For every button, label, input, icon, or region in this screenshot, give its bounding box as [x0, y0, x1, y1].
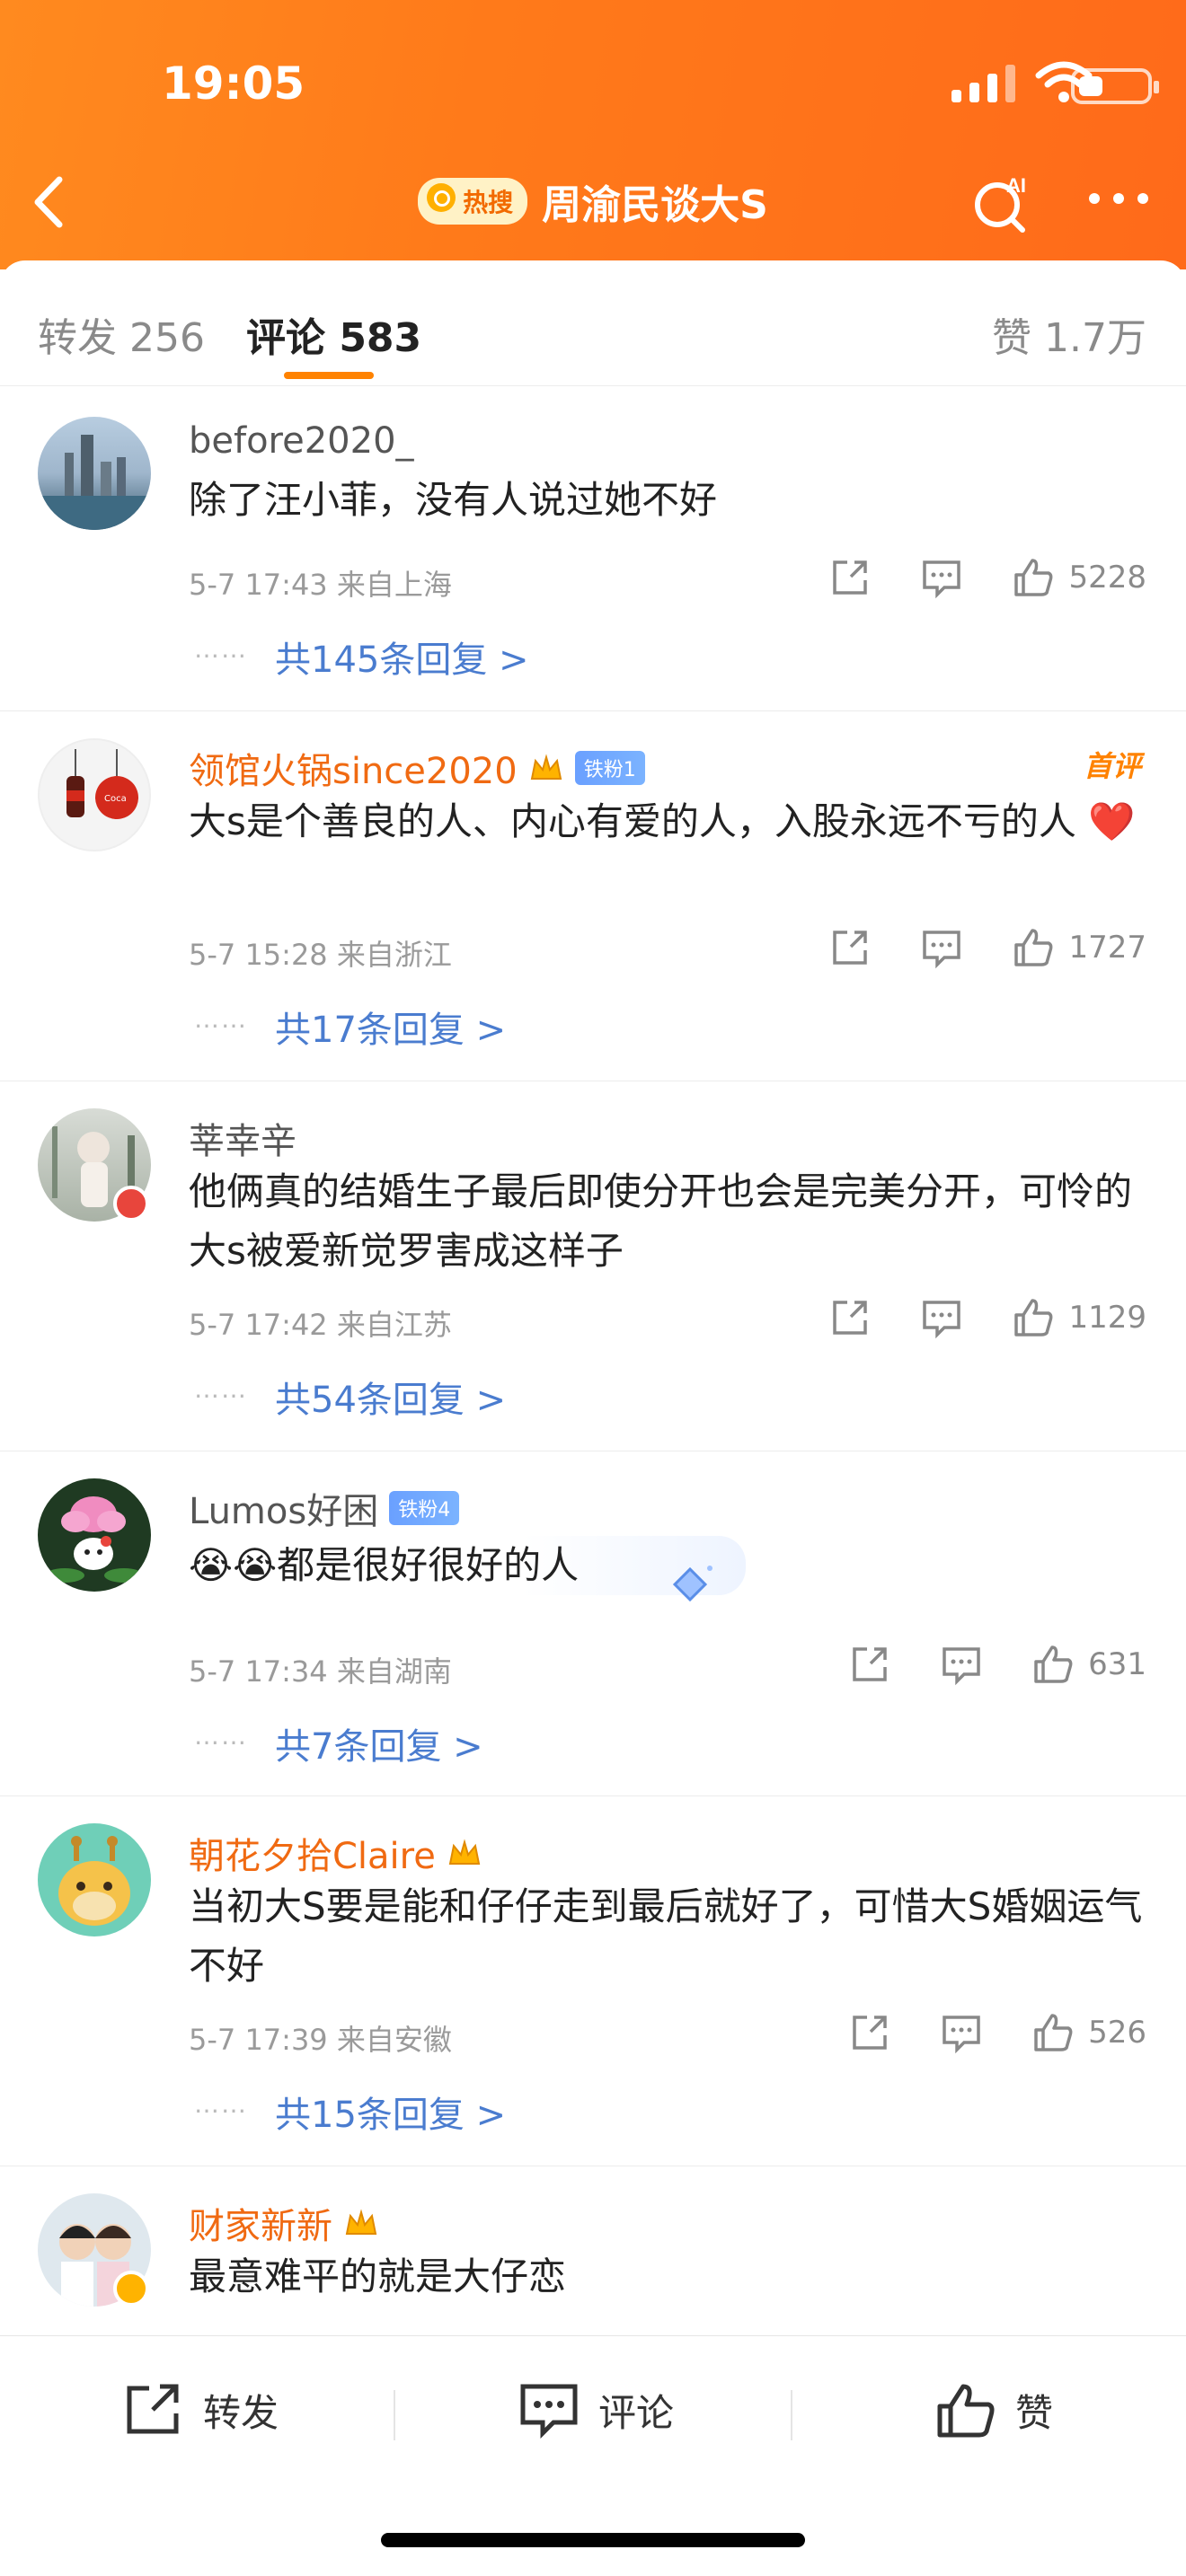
reply-icon[interactable] [919, 555, 964, 600]
like-count: 5228 [1068, 560, 1146, 595]
comment-username[interactable]: 莘幸辛 [189, 1112, 296, 1164]
comment-actions: 1727 [781, 925, 1146, 970]
share-icon[interactable] [828, 555, 872, 600]
tab-likes[interactable]: 赞 1.7万 [992, 305, 1146, 363]
like-icon[interactable] [1011, 925, 1056, 970]
comment-meta: 5-7 15:28 来自浙江 [189, 938, 452, 972]
avatar[interactable]: Coca [38, 738, 151, 851]
like-icon[interactable] [1011, 555, 1056, 600]
verified-badge-icon [113, 1186, 149, 1222]
signal-icon [951, 63, 1015, 102]
reply-icon[interactable] [939, 2010, 984, 2055]
repost-button[interactable]: 转发 [122, 2381, 279, 2439]
tab-repost[interactable]: 转发 256 [38, 305, 205, 363]
comment-actions: 5228 [781, 555, 1146, 600]
comment-actions: 526 [801, 2010, 1146, 2055]
comment-text: 😭😭都是很好很好的人 [189, 1536, 746, 1595]
comment-text: 他俩真的结婚生子最后即使分开也会是完美分开，可怜的大s被爱新觉罗害成这样子 [189, 1169, 1133, 1273]
sparkle-diamond-icon [672, 1566, 712, 1602]
status-time: 19:05 [162, 57, 305, 110]
reply-dots: …… [194, 634, 248, 664]
like-count: 1129 [1068, 1300, 1146, 1336]
comment-meta: 5-7 17:42 来自江苏 [189, 1308, 452, 1342]
header-bar: 19:05 热搜 周渝民谈大S AI [0, 0, 1186, 269]
comment-text: 最意难平的就是大仔恋 [189, 2254, 567, 2298]
fan-badge: 铁粉1 [574, 751, 645, 785]
comment-username[interactable]: before2020_ [189, 420, 414, 462]
reply-dots: …… [194, 2089, 248, 2119]
comment-username[interactable]: Lumos好困 铁粉4 [189, 1482, 460, 1534]
view-replies-link[interactable]: 共17条回复 > [275, 1001, 506, 1053]
comment-actions: 1129 [781, 1295, 1146, 1340]
svg-text:AI: AI [1006, 174, 1026, 197]
like-icon[interactable] [1031, 1642, 1075, 1687]
reply-dots: …… [194, 1004, 248, 1034]
view-replies-link[interactable]: 共7条回复 > [275, 1717, 483, 1769]
more-options-icon[interactable] [1089, 193, 1148, 211]
avatar[interactable] [38, 417, 151, 530]
ai-search-icon[interactable]: AI [970, 171, 1033, 234]
comment-meta: 5-7 17:39 来自安徽 [189, 2023, 452, 2057]
tab-active-indicator [284, 372, 374, 379]
comment-item: 财家新新 最意难平的就是大仔恋 [0, 2166, 1186, 2335]
vip-crown-icon [345, 2209, 377, 2235]
view-replies-link[interactable]: 共15条回复 > [275, 2086, 506, 2138]
comment-item: before2020_ 除了汪小菲，没有人说过她不好 5-7 17:43 来自上… [0, 388, 1186, 711]
like-count: 631 [1088, 1646, 1146, 1682]
reply-dots: …… [194, 1374, 248, 1404]
hot-search-badge: 热搜 [418, 178, 528, 225]
comment-username[interactable]: 领馆火锅since2020 铁粉1 [189, 742, 645, 794]
like-button[interactable]: 赞 [934, 2381, 1053, 2439]
home-indicator [381, 2533, 805, 2547]
comment-username[interactable]: 朝花夕拾Claire [189, 1827, 482, 1879]
view-replies-link[interactable]: 共54条回复 > [275, 1371, 506, 1423]
page-title: 周渝民谈大S [542, 182, 768, 228]
comment-text: 大s是个善良的人、内心有爱的人，入股永远不亏的人 ❤️ [189, 799, 1136, 843]
search-icon [427, 183, 456, 212]
comment-icon [520, 2384, 578, 2439]
view-replies-link[interactable]: 共145条回复 > [275, 631, 529, 683]
fan-badge: 铁粉4 [389, 1491, 460, 1525]
verified-badge-icon [113, 2271, 149, 2307]
comment-meta: 5-7 17:43 来自上海 [189, 568, 452, 602]
repost-icon [127, 2384, 179, 2434]
avatar[interactable] [38, 1478, 151, 1592]
avatar[interactable] [38, 1823, 151, 1936]
reply-icon[interactable] [919, 925, 964, 970]
like-count: 526 [1088, 2015, 1146, 2051]
reply-icon[interactable] [919, 1295, 964, 1340]
share-icon[interactable] [847, 2010, 892, 2055]
vip-crown-icon [448, 1839, 481, 1865]
vip-crown-icon [530, 754, 562, 780]
like-icon[interactable] [1011, 1295, 1056, 1340]
share-icon[interactable] [828, 925, 872, 970]
comment-username[interactable]: 财家新新 [189, 2197, 379, 2249]
svg-text:Coca: Coca [104, 794, 127, 804]
tab-bar: 转发 256 评论 583 赞 1.7万 [0, 260, 1186, 386]
share-icon[interactable] [828, 1295, 872, 1340]
tab-comments[interactable]: 评论 583 [246, 305, 421, 363]
battery-icon [1071, 68, 1159, 104]
like-count: 1727 [1068, 930, 1146, 966]
comment-item: Lumos好困 铁粉4 😭😭都是很好很好的人 5-7 17:34 来自湖南 63… [0, 1451, 1186, 1796]
comment-meta: 5-7 17:34 来自湖南 [189, 1654, 452, 1689]
like-icon[interactable] [1031, 2010, 1075, 2055]
first-comment-tag: 首评 [1083, 749, 1141, 783]
reply-dots: …… [194, 1721, 248, 1751]
comment-text: 除了汪小菲，没有人说过她不好 [189, 478, 718, 522]
comment-item: Coca 领馆火锅since2020 铁粉1 首评 大s是个善良的人、内心有爱的… [0, 711, 1186, 1081]
like-icon [937, 2384, 995, 2438]
comment-button[interactable]: 评论 [518, 2381, 674, 2439]
divider [394, 2390, 395, 2440]
comment-actions: 631 [801, 1642, 1146, 1687]
comment-item: 莘幸辛 他俩真的结婚生子最后即使分开也会是完美分开，可怜的大s被爱新觉罗害成这样… [0, 1081, 1186, 1451]
comment-text: 当初大S要是能和仔仔走到最后就好了，可惜大S婚姻运气不好 [189, 1884, 1143, 1988]
comment-item: 朝花夕拾Claire 当初大S要是能和仔仔走到最后就好了，可惜大S婚姻运气不好 … [0, 1796, 1186, 2166]
divider [791, 2390, 792, 2440]
share-icon[interactable] [847, 1642, 892, 1687]
reply-icon[interactable] [939, 1642, 984, 1687]
